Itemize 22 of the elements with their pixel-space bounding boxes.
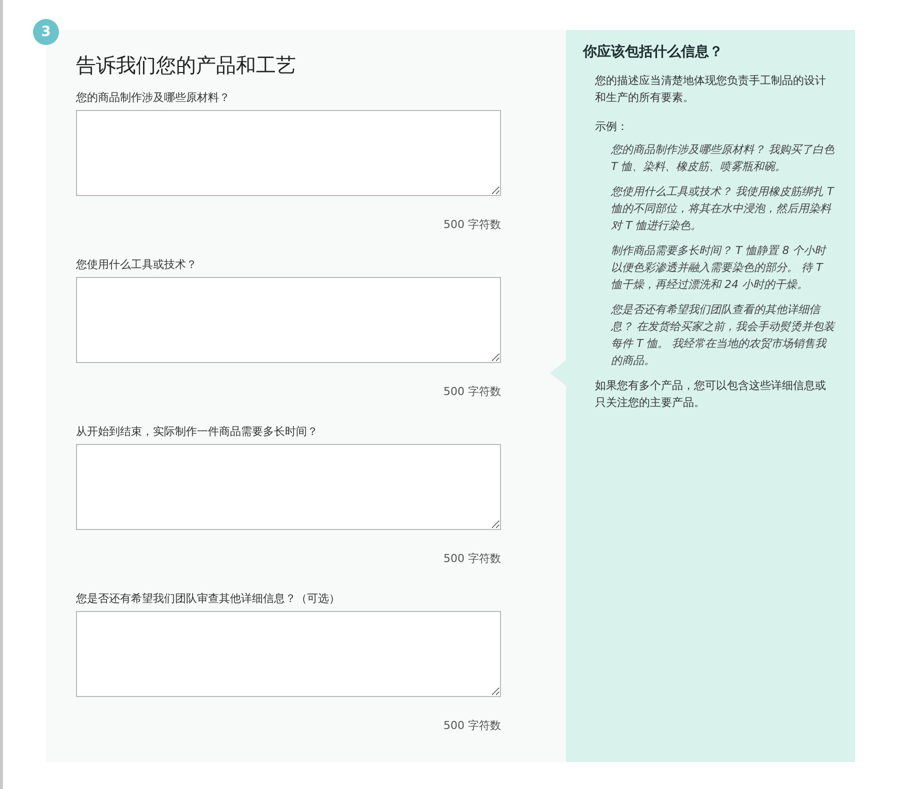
example-text: 您是否还有希望我们团队查看的其他详细信息？ 在发货给买家之前，我会手动熨烫并包装每件 T 恤。 我经常在当地的农贸市场销售我的商品。 xyxy=(611,302,835,369)
answer-field[interactable] xyxy=(76,110,501,196)
answer-field[interactable] xyxy=(76,277,501,363)
question-label: 您的商品制作涉及哪些原材料？ xyxy=(76,90,231,106)
example-text: 制作商品需要多长时间？ T 恤静置 8 个小时以便色彩渗透并融入需要染色的部分。 待 T 恤干燥，再经过漂洗和 24 小时的干燥。 xyxy=(611,243,828,293)
character-count: 500 字符数 xyxy=(444,552,501,565)
help-title: 你应该包括什么信息？ xyxy=(583,42,724,62)
character-count: 500 字符数 xyxy=(444,719,501,732)
character-count: 500 字符数 xyxy=(444,218,501,231)
question-label: 您使用什么工具或技术？ xyxy=(76,257,198,273)
answer-field[interactable] xyxy=(76,444,501,530)
help-text: 如果您有多个产品，您可以包含这些详细信息或只关注您的主要产品。 xyxy=(594,378,827,411)
examples-label: 示例： xyxy=(595,119,629,135)
answer-field[interactable] xyxy=(76,611,501,697)
question-label: 您是否还有希望我们团队审查其他详细信息？（可选） xyxy=(76,591,341,607)
example-text: 您使用什么工具或技术？ 我使用橡皮筋绑扎 T 恤的不同部位，将其在水中浸泡，然后用染料对 T 恤进行染色。 xyxy=(611,184,835,234)
question-label: 从开始到结束，实际制作一件商品需要多长时间？ xyxy=(76,424,319,440)
character-count: 500 字符数 xyxy=(444,385,501,398)
step-number: 3 xyxy=(33,19,59,45)
help-text: 您的描述应当清楚地体现您负责手工制品的设计和生产的所有要素。 xyxy=(595,73,827,106)
form-title: 告诉我们您的产品和工艺 xyxy=(76,52,297,78)
example-text: 您的商品制作涉及哪些原材料？ 我购买了白色 T 恤、染料、橡皮筋、喷雾瓶和碗。 xyxy=(611,142,835,175)
